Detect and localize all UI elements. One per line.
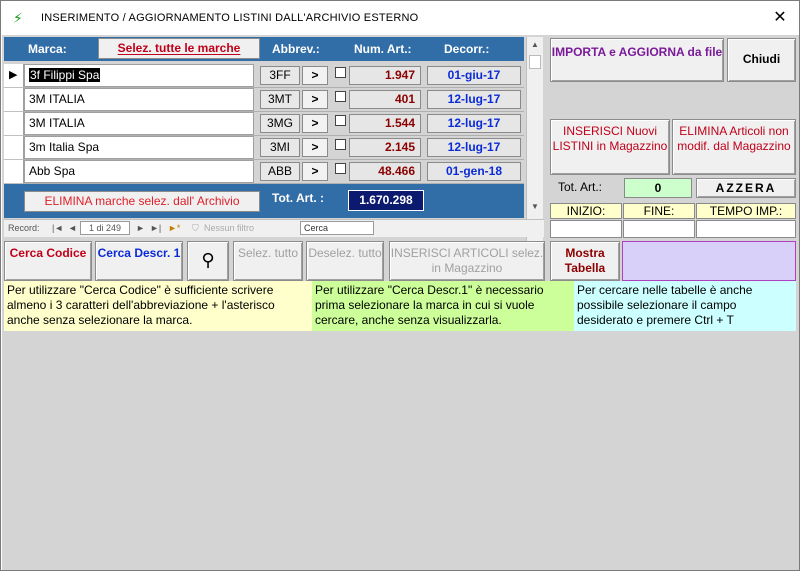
header-num-art: Num. Art.: — [354, 42, 412, 56]
header-marca: Marca: — [28, 42, 67, 56]
brand-name: Abb Spa — [29, 164, 76, 178]
elapsed-time-label: TEMPO IMP.: — [696, 203, 796, 219]
insert-new-pricelists-button[interactable]: INSERISCI Nuovi LISTINI in Magazzino — [550, 119, 670, 175]
start-time-field — [550, 220, 622, 238]
next-record-icon[interactable]: ► — [136, 223, 145, 233]
article-count: 48.466 — [349, 162, 421, 181]
info-table-search: Per cercare nelle tabelle è anche possib… — [574, 281, 796, 331]
grid-header: Marca: Selez. tutte le marche Abbrev.: N… — [4, 37, 524, 61]
brand-abbreviation[interactable]: 3MG — [260, 114, 300, 133]
window-title: INSERIMENTO / AGGIORNAMENTO LISTINI DALL… — [41, 12, 419, 24]
binoculars-icon[interactable]: ⚲ — [187, 241, 229, 281]
right-total-articles-label: Tot. Art.: — [558, 180, 603, 194]
open-brand-button[interactable]: > — [302, 66, 328, 85]
row-selector[interactable] — [4, 112, 24, 136]
grid-scrollbar[interactable]: ▲ ▼ — [526, 37, 543, 247]
info-search-code: Per utilizzare "Cerca Codice" è sufficie… — [4, 281, 312, 331]
new-record-icon[interactable]: ►* — [168, 223, 180, 233]
header-decorr: Decorr.: — [444, 42, 490, 56]
record-label: Record: — [8, 223, 40, 233]
table-preview-box — [622, 241, 796, 281]
brand-checkbox[interactable] — [335, 67, 346, 78]
reset-button[interactable]: AZZERA — [696, 178, 796, 198]
brand-name: 3M ITALIA — [29, 92, 85, 106]
effective-date: 12-lug-17 — [427, 114, 521, 133]
row-selector[interactable] — [4, 88, 24, 112]
brand-name-field[interactable]: 3M ITALIA — [24, 112, 254, 135]
elapsed-time-field — [696, 220, 796, 238]
effective-date: 01-gen-18 — [427, 162, 521, 181]
article-count: 2.145 — [349, 138, 421, 157]
search-description-button[interactable]: Cerca Descr. 1 — [95, 241, 183, 281]
remove-selected-brands-button[interactable]: ELIMINA marche selez. dall' Archivio — [24, 191, 260, 212]
filter-status[interactable]: Nessun filtro — [204, 223, 254, 233]
row-selector[interactable]: ▶ — [4, 64, 24, 88]
row-selector[interactable] — [4, 136, 24, 160]
client-area: Marca: Selez. tutte le marche Abbrev.: N… — [2, 35, 799, 570]
search-field[interactable]: Cerca — [300, 221, 374, 235]
article-count: 1.544 — [349, 114, 421, 133]
brand-name: 3m Italia Spa — [29, 140, 100, 154]
show-table-button[interactable]: Mostra Tabella — [550, 241, 620, 281]
scroll-thumb[interactable] — [529, 55, 541, 69]
brand-checkbox[interactable] — [335, 163, 346, 174]
right-total-articles-value: 0 — [624, 178, 692, 198]
open-brand-button[interactable]: > — [302, 138, 328, 157]
select-all-button[interactable]: Selez. tutto — [233, 241, 303, 281]
deselect-all-button[interactable]: Deselez. tutto — [306, 241, 384, 281]
search-code-button[interactable]: Cerca Codice — [4, 241, 92, 281]
brand-name: 3f Filippi Spa — [29, 68, 101, 82]
info-search-description: Per utilizzare "Cerca Descr.1" è necessa… — [312, 281, 574, 331]
brand-checkbox[interactable] — [335, 91, 346, 102]
end-label: FINE: — [623, 203, 695, 219]
insert-selected-articles-button[interactable]: INSERISCI ARTICOLI selez. in Magazzino — [389, 241, 545, 281]
close-icon[interactable]: ✕ — [767, 5, 793, 31]
effective-date: 12-lug-17 — [427, 90, 521, 109]
brand-checkbox[interactable] — [335, 115, 346, 126]
delete-unmodified-articles-button[interactable]: ELIMINA Articoli non modif. dal Magazzin… — [672, 119, 796, 175]
open-brand-button[interactable]: > — [302, 114, 328, 133]
brand-checkbox[interactable] — [335, 139, 346, 150]
brand-abbreviation[interactable]: 3MT — [260, 90, 300, 109]
close-button[interactable]: Chiudi — [727, 38, 796, 82]
last-record-icon[interactable]: ►| — [150, 223, 161, 233]
import-update-button[interactable]: IMPORTA e AGGIORNA da file — [550, 38, 724, 82]
effective-date: 01-giu-17 — [427, 66, 521, 85]
brand-name: 3M ITALIA — [29, 116, 85, 130]
current-row-icon: ▶ — [9, 69, 18, 81]
effective-date: 12-lug-17 — [427, 138, 521, 157]
brand-name-field[interactable]: 3f Filippi Spa — [24, 64, 254, 87]
scroll-up-icon[interactable]: ▲ — [529, 39, 541, 51]
record-position-field[interactable]: 1 di 249 — [80, 221, 130, 235]
grid-footer: ELIMINA marche selez. dall' Archivio Tot… — [4, 184, 524, 218]
select-all-brands-button[interactable]: Selez. tutte le marche — [98, 38, 260, 59]
record-navigator: Record: |◄ ◄ 1 di 249 ► ►| ►* ⛉ Nessun f… — [4, 219, 544, 237]
brand-name-field[interactable]: 3M ITALIA — [24, 88, 254, 111]
brand-name-field[interactable]: Abb Spa — [24, 160, 254, 183]
end-time-field — [623, 220, 695, 238]
open-brand-button[interactable]: > — [302, 162, 328, 181]
article-count: 401 — [349, 90, 421, 109]
prev-record-icon[interactable]: ◄ — [68, 223, 77, 233]
total-articles-label: Tot. Art. : — [272, 191, 324, 205]
brand-abbreviation[interactable]: 3MI — [260, 138, 300, 157]
open-brand-button[interactable]: > — [302, 90, 328, 109]
main-window: ⚡ INSERIMENTO / AGGIORNAMENTO LISTINI DA… — [0, 0, 800, 571]
total-articles-value: 1.670.298 — [348, 190, 424, 211]
start-label: INIZIO: — [550, 203, 622, 219]
first-record-icon[interactable]: |◄ — [52, 223, 63, 233]
brand-name-field[interactable]: 3m Italia Spa — [24, 136, 254, 159]
brand-abbreviation[interactable]: ABB — [260, 162, 300, 181]
filter-icon: ⛉ — [192, 223, 199, 233]
app-icon: ⚡ — [13, 10, 23, 26]
scroll-down-icon[interactable]: ▼ — [529, 201, 541, 213]
header-abbrev: Abbrev.: — [272, 42, 320, 56]
title-bar: ⚡ INSERIMENTO / AGGIORNAMENTO LISTINI DA… — [1, 1, 799, 35]
brand-abbreviation[interactable]: 3FF — [260, 66, 300, 85]
article-count: 1.947 — [349, 66, 421, 85]
row-selector[interactable] — [4, 160, 24, 184]
